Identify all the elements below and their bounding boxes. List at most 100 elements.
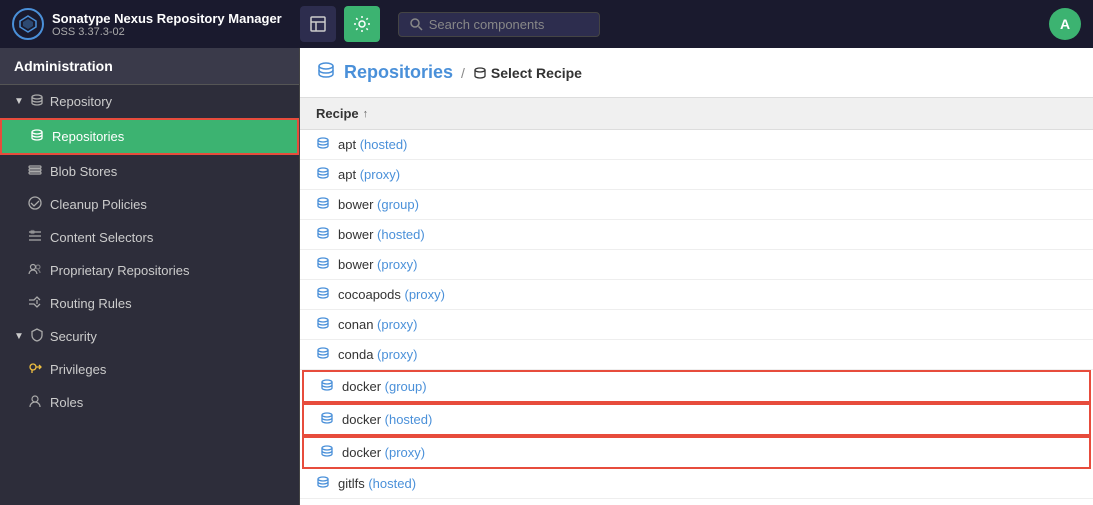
sidebar-item-roles[interactable]: Roles bbox=[0, 386, 299, 419]
row-label[interactable]: bower (group) bbox=[338, 197, 419, 212]
row-text-blue[interactable]: (group) bbox=[377, 197, 419, 212]
table-row[interactable]: docker (group) bbox=[302, 370, 1091, 403]
row-text-blue[interactable]: (group) bbox=[385, 379, 427, 394]
blob-stores-icon bbox=[28, 163, 42, 180]
security-section-icon bbox=[30, 328, 44, 345]
table-row[interactable]: apt (hosted) bbox=[300, 130, 1093, 160]
sidebar-item-privileges[interactable]: Privileges bbox=[0, 353, 299, 386]
row-label[interactable]: docker (group) bbox=[342, 379, 427, 394]
sidebar-section-repository[interactable]: ▼ Repository bbox=[0, 85, 299, 118]
proprietary-repos-icon bbox=[28, 262, 42, 279]
row-label[interactable]: cocoapods (proxy) bbox=[338, 287, 445, 302]
sidebar-item-routing-rules-label: Routing Rules bbox=[50, 296, 132, 311]
table-row[interactable]: bower (proxy) bbox=[300, 250, 1093, 280]
sidebar-item-repositories[interactable]: Repositories bbox=[0, 118, 299, 155]
breadcrumb-separator: / bbox=[461, 65, 465, 81]
row-text-blue[interactable]: (proxy) bbox=[405, 287, 445, 302]
repository-icon bbox=[30, 93, 44, 110]
row-text-blue[interactable]: (hosted) bbox=[377, 227, 425, 242]
row-text-blue[interactable]: (proxy) bbox=[385, 445, 425, 460]
row-label[interactable]: docker (proxy) bbox=[342, 445, 425, 460]
row-text-black: conda bbox=[338, 347, 377, 362]
table-row[interactable]: docker (proxy) bbox=[302, 436, 1091, 469]
row-text-blue[interactable]: (hosted) bbox=[368, 476, 416, 491]
table-row[interactable]: cocoapods (proxy) bbox=[300, 280, 1093, 310]
sidebar-item-cleanup-policies[interactable]: Cleanup Policies bbox=[0, 188, 299, 221]
row-label[interactable]: conan (proxy) bbox=[338, 317, 418, 332]
app-layout: Administration ▼ Repository bbox=[0, 48, 1093, 505]
row-text-blue[interactable]: (hosted) bbox=[385, 412, 433, 427]
brand: Sonatype Nexus Repository Manager OSS 3.… bbox=[12, 8, 282, 40]
table-row[interactable]: gitlfs (hosted) bbox=[300, 469, 1093, 499]
row-text-blue[interactable]: (proxy) bbox=[377, 347, 417, 362]
row-text-black: cocoapods bbox=[338, 287, 405, 302]
search-icon bbox=[409, 17, 423, 31]
app-logo bbox=[12, 8, 44, 40]
row-text-black: docker bbox=[342, 379, 385, 394]
row-label[interactable]: gitlfs (hosted) bbox=[338, 476, 416, 491]
sidebar-item-blob-stores[interactable]: Blob Stores bbox=[0, 155, 299, 188]
table-row[interactable]: docker (hosted) bbox=[302, 403, 1091, 436]
sidebar-item-repositories-label: Repositories bbox=[52, 129, 124, 144]
row-db-icon bbox=[316, 166, 330, 183]
browse-button[interactable] bbox=[300, 6, 336, 42]
sidebar-item-content-selectors-label: Content Selectors bbox=[50, 230, 153, 245]
row-label[interactable]: bower (proxy) bbox=[338, 257, 417, 272]
breadcrumb-title: Repositories bbox=[344, 62, 453, 83]
table-header: Recipe ↑ bbox=[300, 98, 1093, 130]
table-row[interactable]: bower (hosted) bbox=[300, 220, 1093, 250]
table-row[interactable]: apt (proxy) bbox=[300, 160, 1093, 190]
breadcrumb-icon bbox=[316, 60, 336, 85]
sidebar-item-proprietary-repos[interactable]: Proprietary Repositories bbox=[0, 254, 299, 287]
sidebar-header: Administration bbox=[0, 48, 299, 85]
table-row[interactable]: go (group) bbox=[300, 499, 1093, 505]
breadcrumb: Repositories / Select Recipe bbox=[300, 48, 1093, 98]
row-db-icon bbox=[316, 316, 330, 333]
privileges-icon bbox=[28, 361, 42, 378]
row-db-icon bbox=[316, 136, 330, 153]
row-db-icon bbox=[316, 475, 330, 492]
nav-icons bbox=[300, 6, 380, 42]
row-label[interactable]: apt (proxy) bbox=[338, 167, 400, 182]
sidebar-item-blob-stores-label: Blob Stores bbox=[50, 164, 117, 179]
row-db-icon bbox=[316, 346, 330, 363]
row-label[interactable]: bower (hosted) bbox=[338, 227, 425, 242]
table-row[interactable]: conda (proxy) bbox=[300, 340, 1093, 370]
row-label[interactable]: apt (hosted) bbox=[338, 137, 407, 152]
sidebar-item-routing-rules[interactable]: Routing Rules bbox=[0, 287, 299, 320]
roles-icon bbox=[28, 394, 42, 411]
row-text-blue[interactable]: (proxy) bbox=[360, 167, 400, 182]
content-selectors-icon bbox=[28, 229, 42, 246]
table-row[interactable]: conan (proxy) bbox=[300, 310, 1093, 340]
sidebar-item-cleanup-policies-label: Cleanup Policies bbox=[50, 197, 147, 212]
row-text-black: conan bbox=[338, 317, 377, 332]
row-db-icon bbox=[320, 378, 334, 395]
row-text-black: bower bbox=[338, 257, 377, 272]
breadcrumb-sub-icon bbox=[473, 66, 487, 80]
avatar[interactable]: A bbox=[1049, 8, 1081, 40]
row-text-black: apt bbox=[338, 137, 360, 152]
row-db-icon bbox=[316, 196, 330, 213]
search-input[interactable] bbox=[429, 17, 589, 32]
sidebar-item-privileges-label: Privileges bbox=[50, 362, 106, 377]
row-text-blue[interactable]: (hosted) bbox=[360, 137, 408, 152]
sidebar-section-repository-label: Repository bbox=[50, 94, 112, 109]
row-label[interactable]: conda (proxy) bbox=[338, 347, 418, 362]
sidebar-item-content-selectors[interactable]: Content Selectors bbox=[0, 221, 299, 254]
navbar: Sonatype Nexus Repository Manager OSS 3.… bbox=[0, 0, 1093, 48]
settings-button[interactable] bbox=[344, 6, 380, 42]
row-label[interactable]: docker (hosted) bbox=[342, 412, 432, 427]
sidebar-item-roles-label: Roles bbox=[50, 395, 83, 410]
row-text-blue[interactable]: (proxy) bbox=[377, 257, 417, 272]
row-text-black: docker bbox=[342, 412, 385, 427]
cleanup-policies-icon bbox=[28, 196, 42, 213]
search-bar[interactable] bbox=[398, 12, 600, 37]
table-row[interactable]: bower (group) bbox=[300, 190, 1093, 220]
row-text-black: bower bbox=[338, 197, 377, 212]
row-text-black: bower bbox=[338, 227, 377, 242]
row-text-blue[interactable]: (proxy) bbox=[377, 317, 417, 332]
row-db-icon bbox=[316, 256, 330, 273]
main-content: Repositories / Select Recipe Recipe ↑ bbox=[300, 48, 1093, 505]
chevron-down-icon: ▼ bbox=[14, 96, 24, 107]
sidebar-section-security[interactable]: ▼ Security bbox=[0, 320, 299, 353]
